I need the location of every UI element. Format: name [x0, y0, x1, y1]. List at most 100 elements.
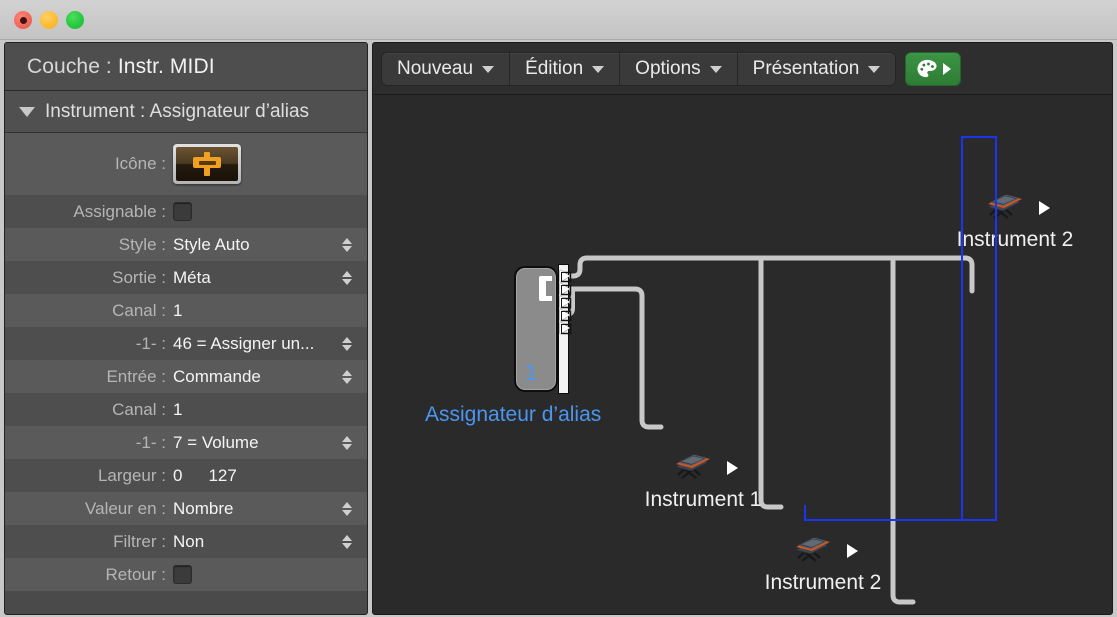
output-port-5[interactable] — [560, 322, 571, 334]
icon-well-button[interactable] — [173, 144, 241, 184]
menu-options-label: Options — [635, 57, 701, 79]
stepper-control[interactable] — [341, 369, 353, 384]
stepper-control[interactable] — [341, 237, 353, 252]
instrument-2-upper-label: Instrument 2 — [956, 228, 1074, 251]
menu-edition-label: Édition — [525, 57, 584, 79]
close-button[interactable] — [14, 11, 32, 29]
parameter-checkbox[interactable] — [173, 565, 192, 584]
parameter-row: Style : Style Auto — [5, 228, 367, 261]
palette-icon — [917, 59, 937, 77]
output-port-4[interactable] — [560, 309, 571, 321]
layer-header: Couche : Instr. MIDI — [5, 43, 367, 91]
parameter-value[interactable]: Style Auto — [173, 235, 335, 255]
stepper-control[interactable] — [341, 435, 353, 450]
instrument-section-label: Instrument : Assignateur d’alias — [45, 100, 310, 122]
parameter-value[interactable]: Commande — [173, 367, 335, 387]
menu-button-group: Nouveau Édition Options Présentation — [381, 51, 897, 86]
parameter-label: Canal : — [112, 300, 166, 320]
menu-presentation[interactable]: Présentation — [738, 53, 896, 85]
stepper-control[interactable] — [341, 501, 353, 516]
chevron-down-icon — [868, 66, 881, 73]
parameter-label: Style : — [118, 234, 166, 254]
bracket-icon — [539, 276, 552, 301]
menu-presentation-label: Présentation — [752, 57, 860, 79]
menu-nouveau-label: Nouveau — [397, 57, 474, 79]
alias-assigner-node[interactable]: 1 — [514, 264, 572, 396]
layer-header-value[interactable]: Instr. MIDI — [118, 55, 215, 79]
cable-to-instrument-2-lower — [758, 257, 784, 510]
title-bar — [0, 0, 1117, 40]
instrument-1-port[interactable] — [727, 461, 738, 475]
parameter-label: -1- : — [135, 432, 166, 452]
parameter-checkbox[interactable] — [173, 202, 192, 221]
chevron-down-icon — [482, 66, 495, 73]
parameter-label: Retour : — [105, 564, 166, 584]
parameter-label: Sortie : — [112, 267, 166, 287]
alias-assigner-number: 1 — [525, 360, 538, 385]
output-port-1[interactable] — [560, 270, 571, 282]
chevron-down-icon — [709, 66, 722, 73]
stepper-control[interactable] — [341, 336, 353, 351]
parameter-label: -1- : — [135, 333, 166, 353]
toolbar: Nouveau Édition Options Présentation — [373, 43, 1112, 95]
signpost-icon — [176, 147, 238, 181]
parameter-row: Icône : — [5, 133, 367, 195]
parameter-row: Largeur : 0 127 — [5, 459, 367, 492]
triangle-down-icon[interactable] — [19, 106, 35, 117]
parameter-value[interactable]: Non — [173, 532, 335, 552]
parameter-label: Entrée : — [106, 366, 166, 386]
parameter-row: -1- : 46 = Assigner un... — [5, 327, 367, 360]
menu-options[interactable]: Options — [620, 52, 738, 85]
parameter-value[interactable]: Méta — [173, 268, 335, 288]
parameter-label: Icône : — [114, 154, 166, 173]
instrument-2-lower-port[interactable] — [847, 544, 858, 558]
parameter-value[interactable]: 46 = Assigner un... — [173, 334, 335, 354]
parameter-value-high[interactable]: 127 — [208, 466, 236, 485]
instrument-1-label: Instrument 1 — [644, 488, 762, 511]
menu-nouveau[interactable]: Nouveau — [382, 52, 511, 85]
alias-assigner-body[interactable]: 1 — [514, 266, 558, 392]
keyboard-stand-icon — [673, 454, 711, 479]
parameter-row: -1- : 7 = Volume — [5, 426, 367, 459]
parameter-value[interactable]: 7 = Volume — [173, 433, 335, 453]
instrument-2-lower-node[interactable]: Instrument 2 — [763, 533, 883, 595]
minimize-button[interactable] — [40, 11, 58, 29]
maximize-button[interactable] — [66, 11, 84, 29]
parameter-row: Canal : 1 — [5, 294, 367, 327]
stepper-control[interactable] — [341, 534, 353, 549]
parameter-label: Valeur en : — [85, 498, 166, 518]
parameter-row: Canal : 1 — [5, 393, 367, 426]
inspector-pane: Couche : Instr. MIDI Instrument : Assign… — [4, 42, 368, 615]
cable-to-instrument-2-upper — [563, 255, 975, 294]
parameter-value[interactable]: 1 — [173, 400, 353, 420]
parameter-value[interactable]: 0 127 — [173, 466, 353, 486]
cable-to-instrument-3 — [890, 257, 916, 605]
parameter-row: Retour : — [5, 558, 367, 591]
parameter-label: Largeur : — [97, 465, 166, 485]
parameter-list: Icône : Assignable : Style : Style Auto Sort… — [5, 133, 367, 591]
environment-canvas[interactable]: 1 Assignateur d’alias Instrument 1 Instr… — [373, 95, 1112, 614]
palette-toggle-button[interactable] — [905, 51, 962, 86]
parameter-row: Assignable : — [5, 195, 367, 228]
output-port-2[interactable] — [560, 283, 571, 295]
instrument-2-upper-port[interactable] — [1039, 201, 1050, 215]
parameter-row: Sortie : Méta — [5, 261, 367, 294]
parameter-row: Entrée : Commande — [5, 360, 367, 393]
parameter-label: Assignable : — [73, 201, 166, 221]
chevron-down-icon — [592, 66, 605, 73]
instrument-1-node[interactable]: Instrument 1 — [643, 450, 763, 512]
arrow-right-icon — [942, 62, 951, 75]
menu-edition[interactable]: Édition — [510, 52, 621, 85]
stepper-control[interactable] — [341, 270, 353, 285]
parameter-value[interactable]: 1 — [173, 301, 353, 321]
parameter-row: Filtrer : Non — [5, 525, 367, 558]
parameter-value-low[interactable]: 0 — [173, 466, 182, 485]
output-port-3[interactable] — [560, 296, 571, 308]
instrument-section-header[interactable]: Instrument : Assignateur d’alias — [5, 91, 367, 133]
instrument-2-upper-node[interactable]: Instrument 2 — [955, 190, 1075, 252]
parameter-label: Filtrer : — [113, 531, 166, 551]
parameter-value[interactable]: Nombre — [173, 499, 335, 519]
layer-header-label: Couche : — [27, 54, 112, 78]
environment-pane: Nouveau Édition Options Présentation 1 A… — [372, 42, 1113, 615]
instrument-2-lower-label: Instrument 2 — [764, 571, 882, 594]
